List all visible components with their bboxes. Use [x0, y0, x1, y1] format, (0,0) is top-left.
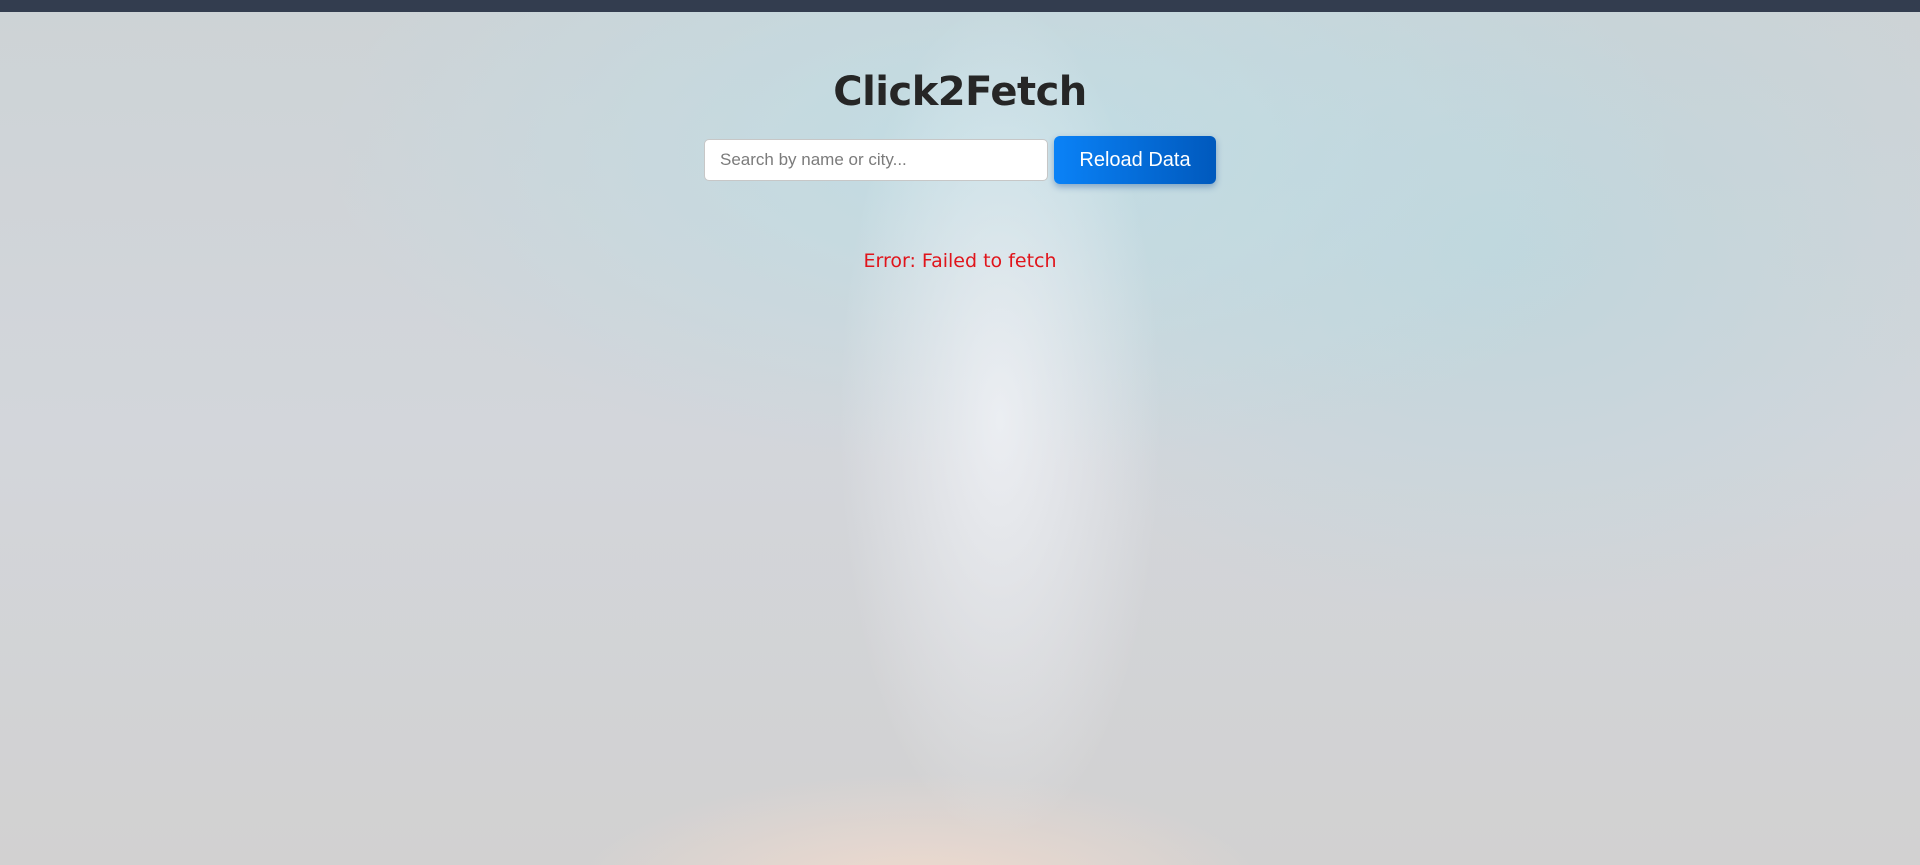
reload-data-button[interactable]: Reload Data	[1054, 136, 1216, 184]
top-bar	[0, 0, 1920, 12]
error-message: Error: Failed to fetch	[863, 250, 1057, 272]
page-title: Click2Fetch	[833, 69, 1087, 115]
search-input[interactable]	[704, 139, 1048, 181]
